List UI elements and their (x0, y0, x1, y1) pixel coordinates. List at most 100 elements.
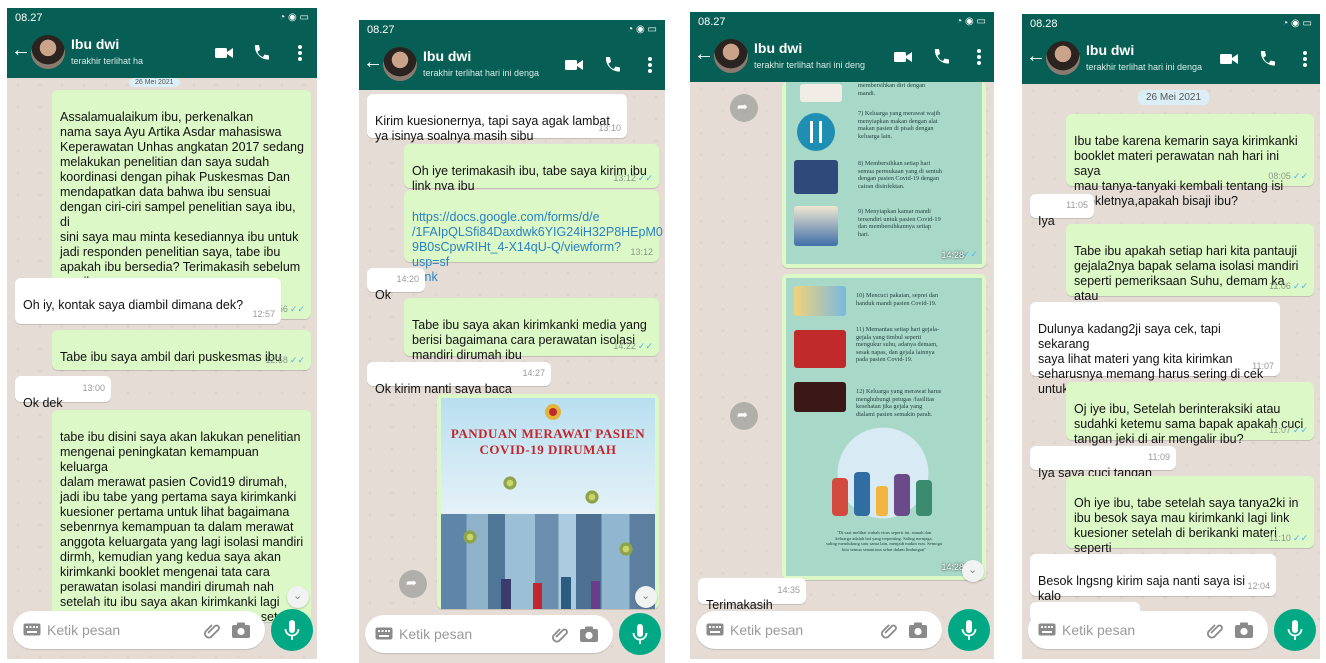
contact-name[interactable]: Ibu dwi (1086, 42, 1134, 58)
forward-button[interactable]: ➦ (730, 402, 758, 430)
message-outgoing[interactable]: Tabe ibu saya ambil dari puskesmas ibu 1… (52, 330, 311, 370)
message-text: tabe ibu disini saya akan lakukan peneli… (60, 430, 304, 622)
paperclip-icon[interactable] (551, 625, 569, 643)
camera-icon[interactable] (908, 621, 928, 639)
forward-button[interactable]: ➦ (399, 570, 427, 598)
chat-area[interactable]: 26 Mei 2021 Assalamualaikum ibu, perkena… (7, 78, 317, 622)
contact-name[interactable]: Ibu dwi (71, 36, 119, 52)
contact-name[interactable]: Ibu dwi (754, 40, 802, 56)
message-meta: 12:58 ✓✓ (265, 353, 305, 368)
avatar[interactable] (383, 47, 417, 81)
message-incoming[interactable]: Dulunya kadang2ji saya cek, tapi sekaran… (1030, 302, 1280, 396)
message-input-placeholder[interactable]: Ketik pesan (730, 622, 803, 638)
scroll-to-bottom-button[interactable]: ⌄ (287, 586, 309, 608)
form-link[interactable]: https://docs.google.com/forms/d/e /1FAIp… (412, 210, 663, 284)
message-input-placeholder[interactable]: Ketik pesan (47, 622, 120, 638)
message-outgoing[interactable]: tabe ibu disini saya akan lakukan peneli… (52, 410, 311, 622)
message-incoming[interactable]: Iya 11:05 (1030, 194, 1094, 228)
virus-icon (463, 530, 477, 544)
scroll-to-bottom-button[interactable]: ⌄ (962, 560, 984, 582)
video-call-icon[interactable] (213, 42, 235, 64)
booklet-image-message[interactable]: PANDUAN MERAWAT PASIEN COVID-19 DIRUMAH (437, 394, 659, 609)
message-input[interactable]: Ketik pesan (13, 611, 265, 649)
camera-icon[interactable] (579, 625, 599, 643)
more-vert-icon[interactable] (968, 46, 990, 68)
avatar[interactable] (31, 35, 65, 69)
message-outgoing[interactable]: Tabe ibu apakah setiap hari kita pantauj… (1066, 224, 1314, 318)
camera-icon[interactable] (1234, 621, 1254, 639)
message-time: 13:12 (613, 173, 636, 183)
paperclip-icon[interactable] (880, 621, 898, 639)
mic-button[interactable] (271, 609, 313, 651)
message-outgoing[interactable]: Oj iye ibu, Setelah berinteraksiki atau … (1066, 382, 1314, 446)
message-meta: 11:10 ✓✓ (1269, 531, 1308, 546)
chat-area[interactable]: Kirim kuesionernya, tapi saya agak lamba… (359, 90, 665, 609)
message-outgoing[interactable]: Oh iye terimakasih ibu, tabe saya kirim … (404, 144, 659, 193)
paperclip-icon[interactable] (203, 621, 221, 639)
mic-button[interactable] (1274, 609, 1316, 651)
people-illustration-icon (501, 577, 600, 609)
message-time: 14:28 (941, 562, 964, 572)
avatar[interactable] (1046, 41, 1080, 75)
message-incoming[interactable]: Kirim kuesionernya, tapi saya agak lamba… (367, 94, 627, 143)
back-arrow-icon[interactable]: ← (1026, 46, 1046, 66)
message-incoming[interactable]: Ok 14:20 (367, 268, 425, 302)
more-vert-icon[interactable] (639, 54, 661, 76)
keyboard-icon[interactable] (1038, 623, 1056, 636)
message-incoming[interactable]: Iya saya cuci tangan 11:09 (1030, 446, 1176, 480)
scroll-to-bottom-button[interactable]: ⌄ (635, 586, 657, 608)
contact-name[interactable]: Ibu dwi (423, 48, 471, 64)
message-outgoing[interactable]: Tabe ibu saya akan kirimkanki media yang… (404, 298, 659, 362)
more-vert-icon[interactable] (1294, 48, 1316, 70)
message-text: Terimakasih (706, 598, 773, 612)
message-outgoing[interactable]: Oh iye ibu, tabe setelah saya tanya2ki i… (1066, 476, 1314, 570)
keyboard-icon[interactable] (375, 627, 393, 640)
back-arrow-icon[interactable]: ← (694, 44, 714, 64)
message-incoming[interactable]: Terimakasih 14:35 (698, 578, 806, 612)
forward-button[interactable]: ➦ (730, 94, 758, 122)
status-icons: ◔ ◉ ▭ (956, 16, 986, 27)
mic-button[interactable] (948, 609, 990, 651)
message-incoming[interactable]: Ok kirim nanti saya baca 14:27 (367, 362, 551, 396)
paperclip-icon[interactable] (1206, 621, 1224, 639)
avatar[interactable] (714, 39, 748, 73)
video-call-icon[interactable] (563, 54, 585, 76)
message-time: 14:27 (522, 368, 545, 378)
phone-icon[interactable] (930, 46, 952, 68)
message-incoming[interactable]: Besok lngsng kirim saja nanti saya isi k… (1030, 554, 1276, 618)
read-ticks-icon: ✓✓ (289, 304, 305, 314)
chat-area[interactable]: 26 Mei 2021 Ibu tabe karena kemarin saya… (1022, 84, 1320, 622)
message-input[interactable]: Ketik pesan (1028, 611, 1268, 649)
keyboard-icon[interactable] (23, 623, 41, 636)
more-vert-icon[interactable] (289, 42, 311, 64)
chat-area[interactable]: membersihkan diri dengan mandi. 7) Kelua… (690, 82, 994, 612)
phone-icon[interactable] (601, 54, 623, 76)
read-ticks-icon: ✓✓ (1292, 281, 1308, 291)
virus-icon (619, 542, 633, 556)
message-time: 14:28 (941, 250, 964, 260)
keyboard-icon[interactable] (706, 623, 724, 636)
message-outgoing[interactable]: Ibu tabe karena kemarin saya kirimkanki … (1066, 114, 1314, 208)
status-bar: 08.27 ◔ ◉ ▭ (7, 8, 317, 28)
message-incoming[interactable]: Oh iy, kontak saya diambil dimana dek? 1… (15, 278, 281, 324)
booklet-page-image[interactable]: membersihkan diri dengan mandi. 7) Kelua… (782, 82, 986, 268)
message-time: 13:00 (82, 383, 105, 393)
message-link[interactable]: https://docs.google.com/forms/d/e /1FAIp… (404, 190, 663, 284)
back-arrow-icon[interactable]: ← (11, 40, 31, 60)
phone-icon[interactable] (1256, 48, 1278, 70)
message-input-placeholder[interactable]: Ketik pesan (1062, 622, 1135, 638)
video-call-icon[interactable] (892, 46, 914, 68)
booklet-step-text: 11) Memantau setiap hari gejala- gejala … (856, 326, 939, 364)
phone-icon[interactable] (250, 42, 272, 64)
phone-screen-1: 08.27 ◔ ◉ ▭ ← Ibu dwi terakhir terlihat … (7, 8, 317, 659)
booklet-page-image[interactable]: 10) Mencuci pakaian, seprei dan handuk m… (782, 274, 986, 580)
message-input[interactable]: Ketik pesan (365, 615, 613, 653)
message-incoming[interactable]: Ok dek 13:00 (15, 376, 111, 410)
message-input-placeholder[interactable]: Ketik pesan (399, 626, 472, 642)
mic-icon (632, 624, 648, 644)
camera-icon[interactable] (231, 621, 251, 639)
message-input[interactable]: Ketik pesan (696, 611, 942, 649)
back-arrow-icon[interactable]: ← (363, 52, 383, 72)
mic-button[interactable] (619, 613, 661, 655)
video-call-icon[interactable] (1218, 48, 1240, 70)
